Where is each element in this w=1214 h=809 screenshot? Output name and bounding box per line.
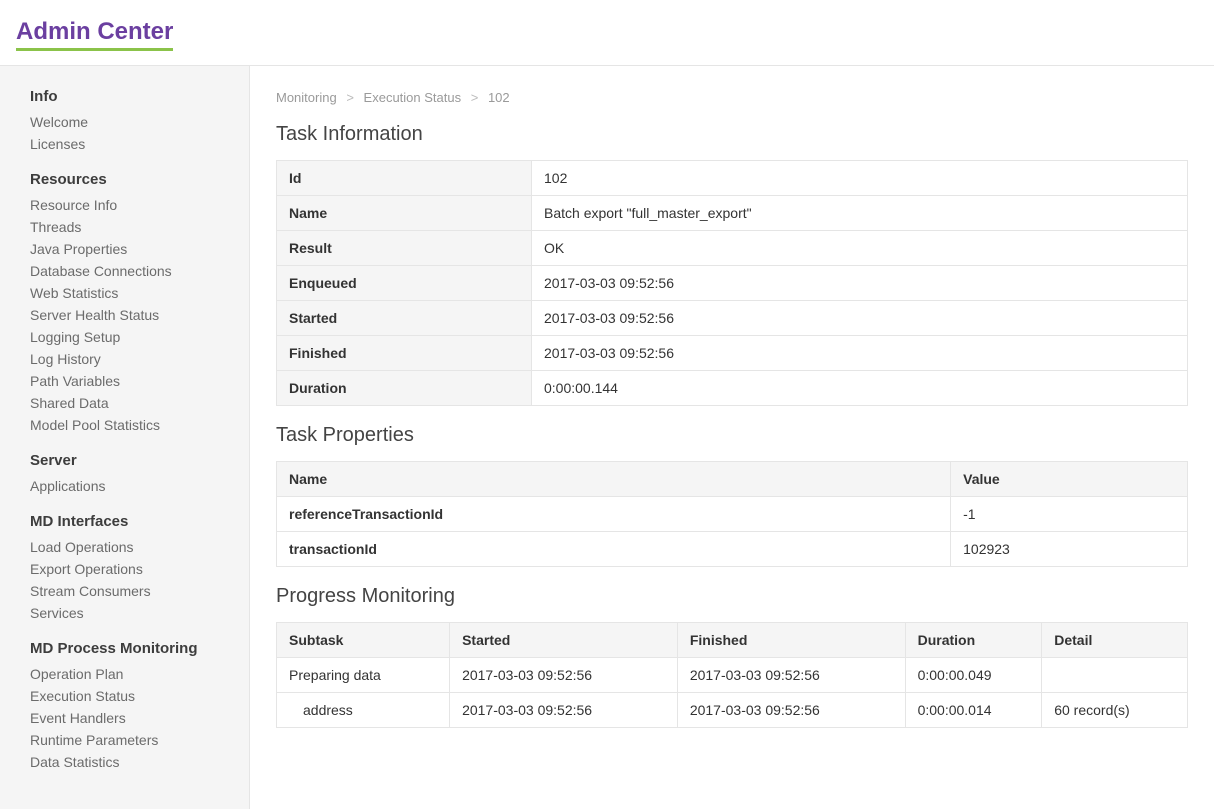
field-value: 2017-03-03 09:52:56 <box>532 301 1188 336</box>
sidebar-section-title: MD Interfaces <box>0 507 249 536</box>
field-value: 2017-03-03 09:52:56 <box>532 266 1188 301</box>
cell-duration: 0:00:00.014 <box>905 693 1042 728</box>
table-row: ResultOK <box>277 231 1188 266</box>
table-row: Started2017-03-03 09:52:56 <box>277 301 1188 336</box>
field-value: 2017-03-03 09:52:56 <box>532 336 1188 371</box>
sidebar-item[interactable]: Java Properties <box>0 238 249 260</box>
cell-started: 2017-03-03 09:52:56 <box>450 658 678 693</box>
sidebar-item[interactable]: Data Statistics <box>0 751 249 773</box>
field-label: Name <box>277 196 532 231</box>
progress-monitoring-title: Progress Monitoring <box>276 585 1188 608</box>
column-header-value: Value <box>951 462 1188 497</box>
column-header-duration: Duration <box>905 623 1042 658</box>
cell-detail <box>1042 658 1188 693</box>
sidebar-item[interactable]: Shared Data <box>0 392 249 414</box>
task-information-title: Task Information <box>276 123 1188 146</box>
breadcrumb-id: 102 <box>488 90 510 105</box>
field-value: OK <box>532 231 1188 266</box>
property-name: referenceTransactionId <box>277 497 951 532</box>
sidebar-item[interactable]: Resource Info <box>0 194 249 216</box>
sidebar-item[interactable]: Applications <box>0 475 249 497</box>
table-row: Preparing data2017-03-03 09:52:562017-03… <box>277 658 1188 693</box>
field-value: 102 <box>532 161 1188 196</box>
sidebar-item[interactable]: Licenses <box>0 133 249 155</box>
property-value: -1 <box>951 497 1188 532</box>
sidebar-section-title: Info <box>0 82 249 111</box>
main-content: Monitoring > Execution Status > 102 Task… <box>250 66 1214 809</box>
sidebar-item[interactable]: Operation Plan <box>0 663 249 685</box>
field-value: Batch export "full_master_export" <box>532 196 1188 231</box>
field-label: Started <box>277 301 532 336</box>
sidebar-item[interactable]: Execution Status <box>0 685 249 707</box>
table-row: Duration0:00:00.144 <box>277 371 1188 406</box>
progress-monitoring-table: Subtask Started Finished Duration Detail… <box>276 622 1188 728</box>
table-row: transactionId102923 <box>277 532 1188 567</box>
sidebar-item[interactable]: Path Variables <box>0 370 249 392</box>
column-header-started: Started <box>450 623 678 658</box>
field-label: Id <box>277 161 532 196</box>
cell-subtask: Preparing data <box>277 658 450 693</box>
table-row: Finished2017-03-03 09:52:56 <box>277 336 1188 371</box>
sidebar-item[interactable]: Export Operations <box>0 558 249 580</box>
sidebar: InfoWelcomeLicenses ResourcesResource Inf… <box>0 66 250 809</box>
cell-finished: 2017-03-03 09:52:56 <box>677 658 905 693</box>
sidebar-item[interactable]: Server Health Status <box>0 304 249 326</box>
sidebar-section-title: Resources <box>0 165 249 194</box>
column-header-subtask: Subtask <box>277 623 450 658</box>
sidebar-item[interactable]: Event Handlers <box>0 707 249 729</box>
column-header-detail: Detail <box>1042 623 1188 658</box>
sidebar-item[interactable]: Web Statistics <box>0 282 249 304</box>
sidebar-item[interactable]: Threads <box>0 216 249 238</box>
table-row: Id102 <box>277 161 1188 196</box>
sidebar-item[interactable]: Database Connections <box>0 260 249 282</box>
cell-detail: 60 record(s) <box>1042 693 1188 728</box>
chevron-right-icon: > <box>346 90 354 105</box>
breadcrumb-monitoring[interactable]: Monitoring <box>276 90 337 105</box>
table-row: NameBatch export "full_master_export" <box>277 196 1188 231</box>
sidebar-section-title: Server <box>0 446 249 475</box>
sidebar-item[interactable]: Runtime Parameters <box>0 729 249 751</box>
chevron-right-icon: > <box>471 90 479 105</box>
table-row: Enqueued2017-03-03 09:52:56 <box>277 266 1188 301</box>
task-properties-title: Task Properties <box>276 424 1188 447</box>
sidebar-item[interactable]: Load Operations <box>0 536 249 558</box>
field-label: Result <box>277 231 532 266</box>
sidebar-item[interactable]: Logging Setup <box>0 326 249 348</box>
sidebar-item[interactable]: Services <box>0 602 249 624</box>
header: Admin Center <box>0 0 1214 59</box>
cell-started: 2017-03-03 09:52:56 <box>450 693 678 728</box>
cell-duration: 0:00:00.049 <box>905 658 1042 693</box>
cell-finished: 2017-03-03 09:52:56 <box>677 693 905 728</box>
sidebar-section-title: MD Process Monitoring <box>0 634 249 663</box>
page-title: Admin Center <box>16 18 173 51</box>
sidebar-item[interactable]: Stream Consumers <box>0 580 249 602</box>
property-name: transactionId <box>277 532 951 567</box>
table-row: address2017-03-03 09:52:562017-03-03 09:… <box>277 693 1188 728</box>
column-header-name: Name <box>277 462 951 497</box>
field-label: Finished <box>277 336 532 371</box>
column-header-finished: Finished <box>677 623 905 658</box>
sidebar-item[interactable]: Model Pool Statistics <box>0 414 249 436</box>
table-row: referenceTransactionId-1 <box>277 497 1188 532</box>
task-properties-table: Name Value referenceTransactionId-1trans… <box>276 461 1188 567</box>
field-label: Duration <box>277 371 532 406</box>
sidebar-item[interactable]: Welcome <box>0 111 249 133</box>
property-value: 102923 <box>951 532 1188 567</box>
cell-subtask: address <box>277 693 450 728</box>
task-information-table: Id102 NameBatch export "full_master_expo… <box>276 160 1188 406</box>
field-label: Enqueued <box>277 266 532 301</box>
sidebar-item[interactable]: Log History <box>0 348 249 370</box>
breadcrumb-execution-status[interactable]: Execution Status <box>364 90 462 105</box>
field-value: 0:00:00.144 <box>532 371 1188 406</box>
breadcrumb: Monitoring > Execution Status > 102 <box>276 90 1188 105</box>
